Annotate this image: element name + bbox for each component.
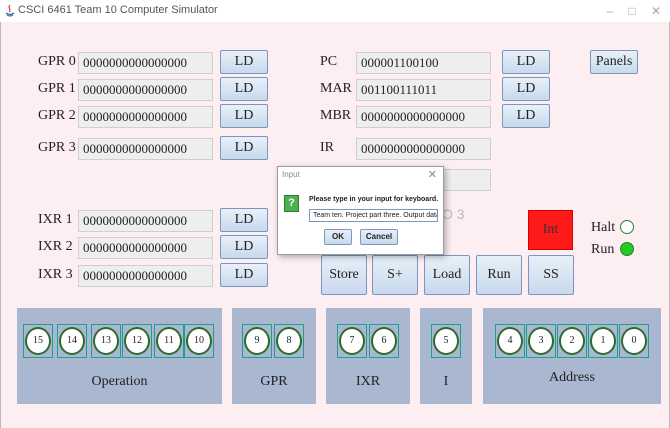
gpr0-label: GPR 0 bbox=[38, 54, 76, 69]
ixr3-field[interactable]: 0000000000000000 bbox=[78, 265, 213, 287]
ixr2-load-button[interactable]: LD bbox=[220, 235, 268, 259]
mar-load-button[interactable]: LD bbox=[502, 77, 550, 101]
ir-label: IR bbox=[320, 140, 334, 155]
bit-0-toggle[interactable]: 0 bbox=[619, 324, 649, 358]
window-title: CSCI 6461 Team 10 Computer Simulator bbox=[18, 4, 218, 16]
run-led-icon bbox=[620, 242, 634, 256]
java-app-icon bbox=[5, 4, 15, 17]
bit-15-toggle[interactable]: 15 bbox=[23, 324, 53, 358]
keyboard-input-field[interactable]: Team ten. Project part three. Output dat… bbox=[309, 209, 438, 222]
bit-11-toggle[interactable]: 11 bbox=[154, 324, 184, 358]
gpr2-field[interactable]: 0000000000000000 bbox=[78, 106, 213, 128]
run-button[interactable]: Run bbox=[476, 255, 522, 295]
dialog-title: Input bbox=[282, 170, 300, 179]
ixr-panel-label: IXR bbox=[355, 374, 381, 389]
bit-1-toggle[interactable]: 1 bbox=[588, 324, 618, 358]
mbr-field[interactable]: 0000000000000000 bbox=[356, 106, 491, 128]
gpr-panel: 9 8 GPR bbox=[232, 308, 316, 404]
load-button[interactable]: Load bbox=[424, 255, 470, 295]
ixr2-field[interactable]: 0000000000000000 bbox=[78, 237, 213, 259]
mbr-label: MBR bbox=[320, 108, 352, 123]
title-bar: CSCI 6461 Team 10 Computer Simulator – □… bbox=[0, 0, 670, 22]
run-label: Run bbox=[591, 242, 615, 257]
gpr1-label: GPR 1 bbox=[38, 81, 76, 96]
maximize-icon[interactable]: □ bbox=[622, 3, 642, 19]
gpr3-field[interactable]: 0000000000000000 bbox=[78, 138, 213, 160]
pc-field[interactable]: 000001100100 bbox=[356, 52, 491, 74]
gpr2-label: GPR 2 bbox=[38, 108, 76, 123]
gpr0-field[interactable]: 0000000000000000 bbox=[78, 52, 213, 74]
gpr3-load-button[interactable]: LD bbox=[220, 136, 268, 160]
dialog-close-icon[interactable]: ✕ bbox=[428, 168, 437, 181]
bit-4-toggle[interactable]: 4 bbox=[495, 324, 525, 358]
indirect-panel-label: I bbox=[443, 374, 449, 389]
indirect-panel: 5 I bbox=[420, 308, 472, 404]
gpr2-load-button[interactable]: LD bbox=[220, 104, 268, 128]
bit-9-toggle[interactable]: 9 bbox=[242, 324, 272, 358]
ixr-panel: 7 6 IXR bbox=[326, 308, 410, 404]
pc-load-button[interactable]: LD bbox=[502, 50, 550, 74]
bit-5-toggle[interactable]: 5 bbox=[431, 324, 461, 358]
ixr1-field[interactable]: 0000000000000000 bbox=[78, 210, 213, 232]
ok-button[interactable]: OK bbox=[324, 229, 352, 245]
ixr3-label: IXR 3 bbox=[38, 267, 73, 282]
bit-14-toggle[interactable]: 14 bbox=[57, 324, 87, 358]
dialog-message: Please type in your input for keyboard. bbox=[309, 196, 439, 203]
ixr3-load-button[interactable]: LD bbox=[220, 263, 268, 287]
ixr2-label: IXR 2 bbox=[38, 239, 73, 254]
gpr1-load-button[interactable]: LD bbox=[220, 77, 268, 101]
store-button[interactable]: Store bbox=[321, 255, 367, 295]
halt-label: Halt bbox=[591, 220, 616, 235]
bit-7-toggle[interactable]: 7 bbox=[337, 324, 367, 358]
bit-12-toggle[interactable]: 12 bbox=[122, 324, 152, 358]
minimize-icon[interactable]: – bbox=[600, 3, 620, 19]
bit-8-toggle[interactable]: 8 bbox=[274, 324, 304, 358]
ir-field: 0000000000000000 bbox=[356, 138, 491, 160]
input-dialog: Input ✕ ? Please type in your input for … bbox=[277, 166, 444, 255]
operation-panel: 15 14 13 12 11 10 Operation bbox=[17, 308, 222, 404]
address-panel: 4 3 2 1 0 Address bbox=[483, 308, 661, 404]
gpr0-load-button[interactable]: LD bbox=[220, 50, 268, 74]
gpr3-label: GPR 3 bbox=[38, 140, 76, 155]
bit-10-toggle[interactable]: 10 bbox=[184, 324, 214, 358]
panels-button[interactable]: Panels bbox=[590, 50, 638, 74]
ixr1-load-button[interactable]: LD bbox=[220, 208, 268, 232]
close-icon[interactable]: ✕ bbox=[646, 3, 666, 19]
gpr-panel-label: GPR bbox=[260, 374, 288, 389]
address-panel-label: Address bbox=[549, 370, 595, 385]
bit-6-toggle[interactable]: 6 bbox=[369, 324, 399, 358]
question-icon: ? bbox=[284, 195, 299, 212]
bit-2-toggle[interactable]: 2 bbox=[557, 324, 587, 358]
ixr1-label: IXR 1 bbox=[38, 212, 73, 227]
interrupt-indicator: Int bbox=[528, 210, 573, 250]
gpr1-field[interactable]: 0000000000000000 bbox=[78, 79, 213, 101]
mar-field[interactable]: 001100111011 bbox=[356, 79, 491, 101]
bit-3-toggle[interactable]: 3 bbox=[526, 324, 556, 358]
cancel-button[interactable]: Cancel bbox=[360, 229, 398, 245]
mar-label: MAR bbox=[320, 81, 352, 96]
bit-13-toggle[interactable]: 13 bbox=[91, 324, 121, 358]
halt-led-icon bbox=[620, 220, 634, 234]
operation-label: Operation bbox=[91, 374, 148, 389]
mbr-load-button[interactable]: LD bbox=[502, 104, 550, 128]
obscured-label: O 3 bbox=[442, 206, 465, 222]
store-plus-button[interactable]: S+ bbox=[372, 255, 418, 295]
single-step-button[interactable]: SS bbox=[528, 255, 574, 295]
pc-label: PC bbox=[320, 54, 338, 69]
